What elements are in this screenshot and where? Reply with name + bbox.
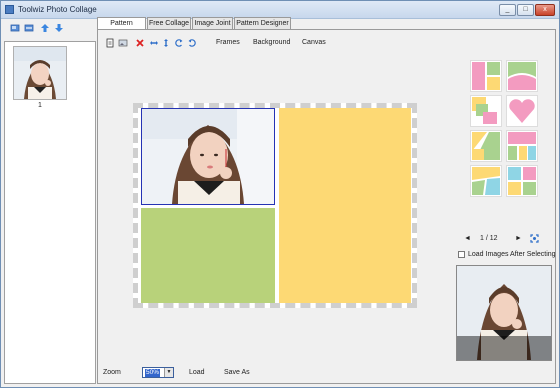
add-image-icon[interactable] [105, 38, 115, 48]
swap-horizontal-icon[interactable] [149, 38, 159, 48]
load-images-label: Load Images After Selecting [468, 251, 556, 258]
photo-cell[interactable] [141, 108, 275, 205]
add-photos-icon[interactable] [10, 23, 20, 33]
load-button[interactable]: Load [189, 368, 205, 378]
template-3[interactable] [470, 95, 502, 127]
zoom-select[interactable]: 50% ▼ [142, 367, 174, 378]
minimize-button[interactable]: _ [499, 4, 516, 16]
tab-image-joint[interactable]: Image Joint [192, 17, 233, 29]
prev-page-button[interactable]: ◄ [464, 234, 471, 243]
save-as-button[interactable]: Save As [224, 368, 250, 378]
load-images-checkbox[interactable] [458, 251, 465, 258]
template-1[interactable] [470, 60, 502, 92]
rotate-right-icon[interactable] [187, 38, 197, 48]
arrow-up-icon[interactable] [40, 23, 50, 33]
tab-pattern-designer[interactable]: Pattern Designer [234, 17, 291, 29]
zoom-label: Zoom [103, 369, 121, 376]
template-8[interactable] [506, 165, 538, 197]
thumbnail-list[interactable]: 1 [4, 41, 96, 384]
remove-photos-icon[interactable] [24, 23, 34, 33]
app-icon [5, 5, 14, 14]
thumbnail-label: 1 [38, 102, 42, 109]
green-cell[interactable] [141, 208, 275, 303]
rotate-left-icon[interactable] [174, 38, 184, 48]
close-button[interactable]: x [535, 4, 555, 16]
frames-button[interactable]: Frames [216, 38, 240, 48]
arrow-down-icon[interactable] [54, 23, 64, 33]
background-button[interactable]: Background [253, 38, 290, 48]
image-icon[interactable] [118, 38, 128, 48]
yellow-cell[interactable] [279, 108, 411, 303]
template-2[interactable] [506, 60, 538, 92]
pattern-templates [470, 60, 540, 200]
template-5[interactable] [470, 130, 502, 162]
preview-panel [456, 265, 552, 361]
template-4[interactable] [506, 95, 538, 127]
template-6[interactable] [506, 130, 538, 162]
fullscreen-icon[interactable] [530, 234, 540, 244]
next-page-button[interactable]: ► [515, 234, 522, 243]
chevron-down-icon[interactable]: ▼ [164, 368, 173, 377]
template-7[interactable] [470, 165, 502, 197]
photo-list-panel: 1 [4, 19, 96, 384]
delete-icon[interactable] [135, 38, 145, 48]
zoom-value: 50% [145, 369, 161, 377]
swap-vertical-icon[interactable] [161, 38, 171, 48]
window-title: Toolwiz Photo Collage [18, 5, 97, 14]
maximize-button[interactable]: □ [517, 4, 534, 16]
tab-free-collage[interactable]: Free Collage [147, 17, 191, 29]
canvas-button[interactable]: Canvas [302, 38, 326, 48]
page-indicator: 1 / 12 [480, 235, 498, 242]
photo-thumbnail[interactable] [13, 46, 67, 100]
